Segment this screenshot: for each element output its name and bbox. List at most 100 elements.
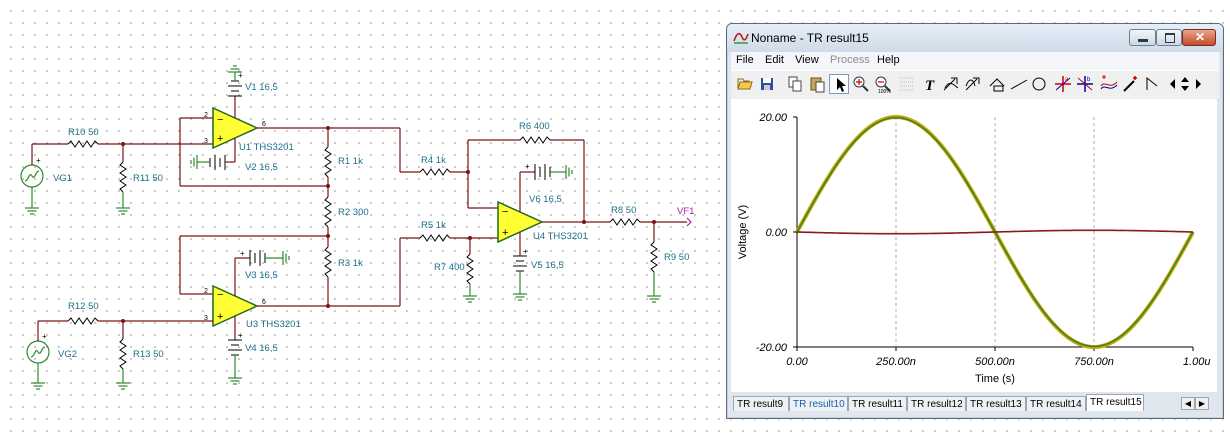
draw-circle-icon[interactable] xyxy=(1029,74,1049,94)
svg-text:−: − xyxy=(217,114,223,126)
y-tick-label: 0.00 xyxy=(766,227,788,239)
resistor-r7[interactable] xyxy=(466,253,474,285)
svg-text:+: + xyxy=(36,156,41,165)
text-icon[interactable]: T xyxy=(921,74,941,94)
pin-label: 6 xyxy=(262,299,266,306)
resistor-r9[interactable] xyxy=(650,241,658,273)
tab-scroll-left-icon[interactable]: ◀ xyxy=(1181,397,1195,410)
resistor-r13[interactable] xyxy=(119,338,127,370)
curve-edit-icon[interactable] xyxy=(963,74,983,94)
menu-view[interactable]: View xyxy=(795,54,819,66)
resistor-r4[interactable] xyxy=(419,168,451,176)
menu-process[interactable]: Process xyxy=(830,54,870,66)
battery-v1[interactable]: + xyxy=(227,65,243,118)
x-axis-label: Time (s) xyxy=(975,373,1015,385)
menu-bar: File Edit View Process Help xyxy=(731,52,1219,70)
zoom-in-icon[interactable] xyxy=(851,74,871,94)
zoom-out-icon[interactable]: 100% xyxy=(873,74,893,94)
v2-label: V2 16,5 xyxy=(245,162,278,173)
maximize-icon xyxy=(1165,33,1175,43)
resistor-r5[interactable] xyxy=(419,234,451,242)
svg-text:+: + xyxy=(523,247,528,256)
axis-icon[interactable] xyxy=(987,74,1007,94)
pointer-icon[interactable] xyxy=(829,74,849,94)
tab-result[interactable]: TR result13 xyxy=(966,396,1026,411)
grid-icon[interactable] xyxy=(897,74,917,94)
resistor-r12[interactable] xyxy=(67,317,99,325)
scroll-vertical-icon[interactable] xyxy=(1179,74,1191,94)
y-tick-labels: 20.00 0.00 -20.00 xyxy=(756,112,797,354)
resistor-r11[interactable] xyxy=(119,161,127,193)
resistor-r1[interactable] xyxy=(324,146,332,178)
svg-text:−: − xyxy=(502,206,508,218)
u4-label: U4 THS3201 xyxy=(533,231,588,242)
vg1-label: VG1 xyxy=(53,173,72,184)
battery-v4[interactable]: + xyxy=(227,316,243,385)
tab-result[interactable]: TR result11 xyxy=(848,396,907,411)
minimize-icon xyxy=(1138,39,1148,42)
svg-text:100%: 100% xyxy=(878,89,891,94)
result-window[interactable]: Noname - TR result15 ✕ File Edit View Pr… xyxy=(726,23,1224,419)
tab-result[interactable]: TR result14 xyxy=(1026,396,1086,411)
resistor-r3[interactable] xyxy=(324,246,332,278)
y-axis-label: Voltage (V) xyxy=(737,205,749,259)
scroll-right-icon[interactable] xyxy=(1193,74,1205,94)
cursor-b-icon[interactable]: b xyxy=(1075,74,1095,94)
battery-v5[interactable]: + xyxy=(512,232,528,301)
transient-chart[interactable]: 0.00 250.00n 500.00n 750.00n 1.00u 20.00 0.00… xyxy=(731,99,1217,392)
circuit-schematic[interactable]: − + 2 3 6 U1 THS3201 + V1 16,5 V2 16,5 + xyxy=(0,0,720,442)
svg-text:+: + xyxy=(217,133,223,145)
add-marker-icon[interactable] xyxy=(1121,74,1141,94)
minimize-button[interactable] xyxy=(1129,29,1156,46)
r5-label: R5 1k xyxy=(421,220,446,231)
resistor-r6[interactable] xyxy=(519,136,551,144)
resistor-r8[interactable] xyxy=(609,218,641,226)
v4-label: V4 16,5 xyxy=(245,343,278,354)
add-curve-icon[interactable] xyxy=(1099,74,1119,94)
app-icon xyxy=(733,32,749,44)
slope-icon[interactable] xyxy=(1143,74,1163,94)
plot-area[interactable]: 0.00 250.00n 500.00n 750.00n 1.00u 20.00 0.00… xyxy=(731,99,1217,392)
r1-label: R1 1k xyxy=(338,156,363,167)
close-button[interactable]: ✕ xyxy=(1182,29,1216,46)
resistor-r10[interactable] xyxy=(67,140,99,148)
window-title: Noname - TR result15 xyxy=(751,31,869,45)
result-tabs: TR result9 TR result10 TR result11 TR resul… xyxy=(731,394,1219,412)
title-bar[interactable]: Noname - TR result15 ✕ xyxy=(727,24,1223,52)
u3-label: U3 THS3201 xyxy=(246,319,301,330)
copy-icon[interactable] xyxy=(785,74,805,94)
tab-result[interactable]: TR result12 xyxy=(907,396,966,411)
menu-edit[interactable]: Edit xyxy=(765,54,784,66)
svg-text:+: + xyxy=(42,332,47,341)
line-edit-icon[interactable] xyxy=(941,74,961,94)
tab-result[interactable]: TR result10 xyxy=(789,396,848,411)
svg-text:+: + xyxy=(502,227,508,239)
tab-scroll-right-icon[interactable]: ▶ xyxy=(1195,397,1209,410)
menu-file[interactable]: File xyxy=(736,54,754,66)
r9-label: R9 50 xyxy=(664,252,689,263)
scroll-left-icon[interactable] xyxy=(1167,74,1179,94)
tab-result[interactable]: TR result15 xyxy=(1086,394,1144,411)
toolbar: 100% T a b xyxy=(731,70,1219,100)
v5-label: V5 16,5 xyxy=(531,260,564,271)
v3-label: V3 16,5 xyxy=(245,270,278,281)
u1-label: U1 THS3201 xyxy=(239,142,294,153)
maximize-button[interactable] xyxy=(1156,29,1182,46)
cursor-a-icon[interactable]: a xyxy=(1053,74,1073,94)
y-tick-label: 20.00 xyxy=(758,112,787,124)
resistor-r2[interactable] xyxy=(324,196,332,228)
x-tick-label: 500.00n xyxy=(975,356,1015,368)
paste-icon[interactable] xyxy=(807,74,827,94)
svg-text:+: + xyxy=(217,311,223,323)
save-icon[interactable] xyxy=(757,74,777,94)
x-tick-label: 250.00n xyxy=(875,356,916,368)
svg-text:−: − xyxy=(217,289,223,301)
draw-line-icon[interactable] xyxy=(1009,74,1029,94)
r11-label: R11 50 xyxy=(133,173,163,184)
menu-help[interactable]: Help xyxy=(877,54,900,66)
open-folder-icon[interactable] xyxy=(735,74,755,94)
tab-result[interactable]: TR result9 xyxy=(733,396,789,411)
vf1-label: VF1 xyxy=(677,206,694,217)
series-group xyxy=(795,114,1195,350)
voltage-probe-vf1[interactable] xyxy=(686,217,692,227)
